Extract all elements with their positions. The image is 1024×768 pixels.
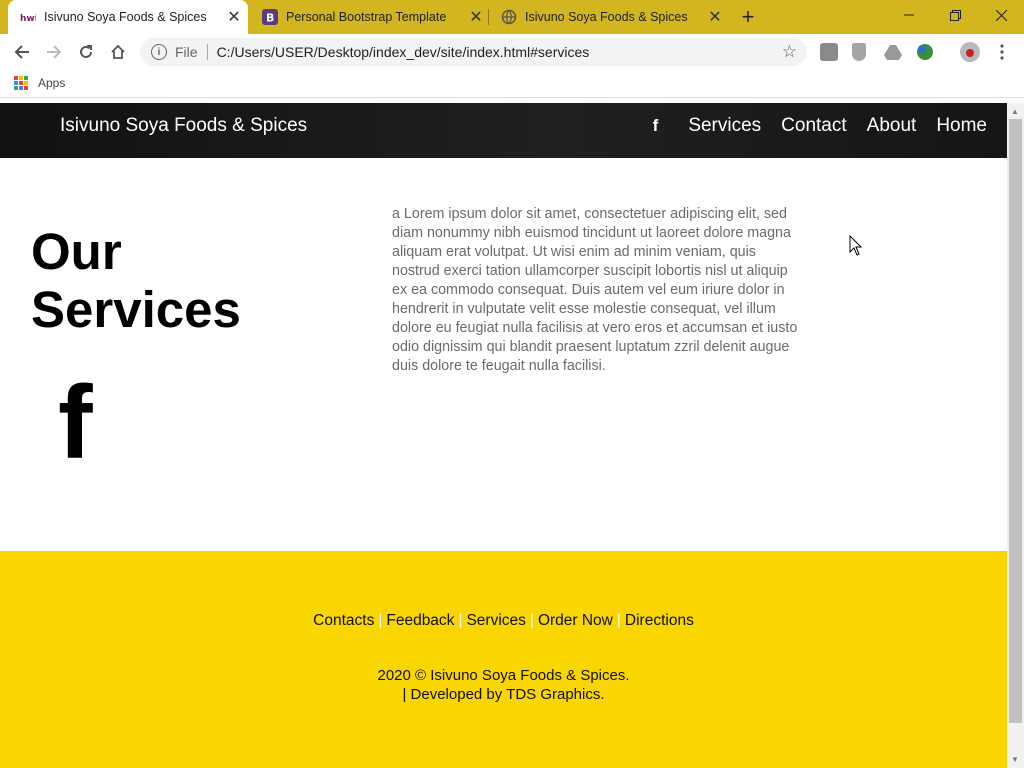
tab-title: Personal Bootstrap Template	[286, 10, 447, 24]
bookmarks-bar: Apps	[0, 70, 1024, 98]
home-icon[interactable]	[106, 40, 130, 64]
page-viewport: Isivuno Soya Foods & Spices f Services C…	[0, 103, 1007, 768]
bookmark-star-icon[interactable]: ☆	[782, 42, 797, 62]
url-text[interactable]: C:/Users/USER/Desktop/index_dev/site/ind…	[217, 44, 590, 60]
site-navbar: Isivuno Soya Foods & Spices f Services C…	[0, 103, 1007, 158]
apps-label: Apps	[38, 76, 66, 90]
svg-text:hwi: hwi	[20, 14, 36, 23]
reload-icon[interactable]	[74, 40, 98, 64]
copyright: 2020 © Isivuno Soya Foods & Spices. | De…	[0, 666, 1007, 704]
mouse-cursor-icon	[849, 234, 863, 262]
browser-toolbar: i File C:/Users/USER/Desktop/index_dev/s…	[0, 34, 1024, 70]
scrollbar-thumb[interactable]	[1009, 119, 1022, 723]
close-tab-icon[interactable]: ✕	[705, 7, 725, 27]
site-info-icon[interactable]: i	[151, 44, 167, 60]
site-brand[interactable]: Isivuno Soya Foods & Spices	[60, 115, 307, 137]
scroll-down-icon[interactable]: ▼	[1011, 755, 1019, 764]
footer-link-services[interactable]: Services	[466, 612, 525, 629]
close-tab-icon[interactable]: ✕	[466, 7, 486, 27]
footer-links: Contacts | Feedback | Services | Order Now | Dir…	[0, 612, 1007, 630]
page-scrollbar[interactable]: ▲ ▼	[1007, 103, 1024, 768]
menu-dots-icon[interactable]	[990, 40, 1014, 64]
close-window-icon[interactable]	[978, 0, 1024, 30]
page-favicon-icon: hwi	[20, 9, 36, 25]
copyright-line-1: 2020 © Isivuno Soya Foods & Spices.	[377, 667, 630, 684]
omnibox-divider	[206, 44, 208, 60]
tab-strip: hwi Isivuno Soya Foods & Spices ✕ B Pers…	[0, 0, 1024, 34]
url-scheme: File	[175, 44, 198, 60]
forward-icon[interactable]	[42, 40, 66, 64]
tab-title: Isivuno Soya Foods & Spices	[44, 10, 207, 24]
bootstrap-icon: B	[262, 9, 278, 25]
globe-extension-icon[interactable]	[916, 43, 934, 61]
footer-separator: |	[616, 612, 621, 629]
back-icon[interactable]	[10, 40, 34, 64]
profile-avatar[interactable]	[960, 42, 980, 62]
nav-home[interactable]: Home	[936, 115, 987, 137]
footer-link-contacts[interactable]: Contacts	[313, 612, 374, 629]
footer-link-directions[interactable]: Directions	[625, 612, 694, 629]
services-description: a Lorem ipsum dolor sit amet, consectetu…	[392, 206, 798, 374]
nav-links: f Services Contact About Home	[653, 115, 987, 137]
new-tab-icon[interactable]: +	[736, 4, 760, 29]
tab-3[interactable]: Isivuno Soya Foods & Spices ✕	[489, 0, 729, 34]
apps-shortcut[interactable]: Apps	[14, 76, 65, 90]
restore-icon[interactable]	[932, 0, 978, 30]
nav-contact[interactable]: Contact	[781, 115, 846, 137]
tab-1[interactable]: hwi Isivuno Soya Foods & Spices ✕	[8, 0, 248, 34]
scroll-up-icon[interactable]: ▲	[1011, 107, 1019, 116]
shield-extension-icon[interactable]	[852, 43, 866, 61]
nav-services[interactable]: Services	[688, 115, 761, 137]
heading-line-2: Services	[31, 281, 241, 338]
heading-line-1: Our	[31, 223, 122, 280]
globe-icon	[501, 9, 517, 25]
tab-2[interactable]: B Personal Bootstrap Template ✕	[250, 0, 490, 34]
footer-link-feedback[interactable]: Feedback	[386, 612, 454, 629]
tab-title: Isivuno Soya Foods & Spices	[525, 10, 688, 24]
address-bar[interactable]: i File C:/Users/USER/Desktop/index_dev/s…	[140, 38, 807, 66]
facebook-large-icon[interactable]: f	[58, 371, 93, 475]
drive-icon[interactable]	[884, 43, 902, 61]
minimize-icon[interactable]	[886, 0, 932, 30]
copyright-line-2: | Developed by TDS Graphics.	[402, 686, 605, 703]
nav-about[interactable]: About	[867, 115, 917, 137]
footer-separator: |	[529, 612, 534, 629]
footer-link-order-now[interactable]: Order Now	[538, 612, 613, 629]
footer-separator: |	[458, 612, 463, 629]
svg-text:B: B	[266, 12, 274, 25]
close-tab-icon[interactable]: ✕	[224, 7, 244, 27]
site-footer: Contacts | Feedback | Services | Order Now | Dir…	[0, 551, 1007, 768]
facebook-icon[interactable]: f	[653, 116, 659, 136]
apps-grid-icon	[14, 76, 28, 90]
footer-separator: |	[378, 612, 383, 629]
extension-tb-icon[interactable]	[820, 43, 838, 61]
services-heading: Our Services	[31, 223, 241, 339]
